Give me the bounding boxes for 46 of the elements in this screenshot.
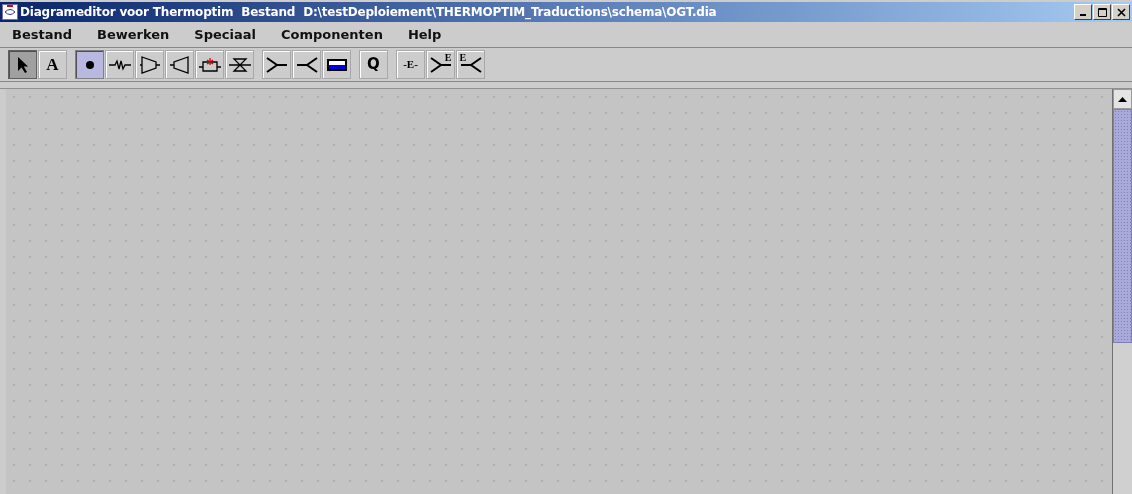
maximize-icon	[1097, 7, 1107, 17]
tool-button[interactable]	[292, 50, 321, 79]
tool-button[interactable]: -E-	[396, 50, 425, 79]
tool-button[interactable]	[105, 50, 134, 79]
triangle-right-icon	[139, 55, 160, 74]
tool-button[interactable]: Q	[359, 50, 388, 79]
close-icon	[1116, 7, 1126, 17]
tool-button[interactable]	[225, 50, 254, 79]
letter-label: E	[459, 52, 467, 63]
dot-icon	[84, 59, 95, 70]
tool-button[interactable]: A	[38, 50, 67, 79]
tool-button[interactable]	[75, 50, 104, 79]
valve-icon	[228, 56, 251, 73]
vertical-scrollbar[interactable]	[1113, 89, 1132, 494]
menu-item[interactable]: Bewerken	[97, 24, 170, 45]
window-title: Diagrameditor voor Thermoptim Bestand D:\testDeploiement\THERMOPTIM_Traductions\schema\OGT.dia	[20, 4, 717, 21]
menu-item[interactable]: Speciaal	[194, 24, 256, 45]
menu-item[interactable]: Componenten	[281, 24, 383, 45]
letter-label: E	[444, 52, 452, 63]
exchanger-icon	[325, 57, 348, 72]
menu-item[interactable]: Bestand	[12, 24, 72, 45]
app-logo-icon	[2, 4, 18, 20]
tool-button[interactable]	[262, 50, 291, 79]
scroll-up-button[interactable]	[1113, 89, 1132, 109]
tool-button[interactable]	[322, 50, 351, 79]
zigzag-icon	[108, 58, 131, 71]
tool-button[interactable]	[8, 50, 37, 79]
scroll-thumb[interactable]	[1113, 109, 1132, 343]
triangle-left-icon	[169, 55, 190, 74]
tool-button[interactable]	[165, 50, 194, 79]
close-button[interactable]	[1112, 4, 1130, 20]
minimize-button[interactable]	[1074, 4, 1092, 20]
maximize-button[interactable]	[1093, 4, 1111, 20]
menu-item[interactable]: Help	[407, 24, 442, 45]
mixer-icon	[429, 55, 452, 74]
split-icon	[295, 55, 318, 74]
tool-button[interactable]: E	[426, 50, 455, 79]
minimize-icon	[1080, 14, 1086, 16]
pointer-icon	[16, 55, 29, 74]
split-icon	[459, 55, 482, 74]
merge-icon	[265, 55, 288, 74]
tool-button[interactable]	[195, 50, 224, 79]
tool-button[interactable]	[135, 50, 164, 79]
tool-button[interactable]: E	[456, 50, 485, 79]
burner-icon	[198, 56, 221, 73]
up-arrow-icon	[1118, 96, 1127, 102]
